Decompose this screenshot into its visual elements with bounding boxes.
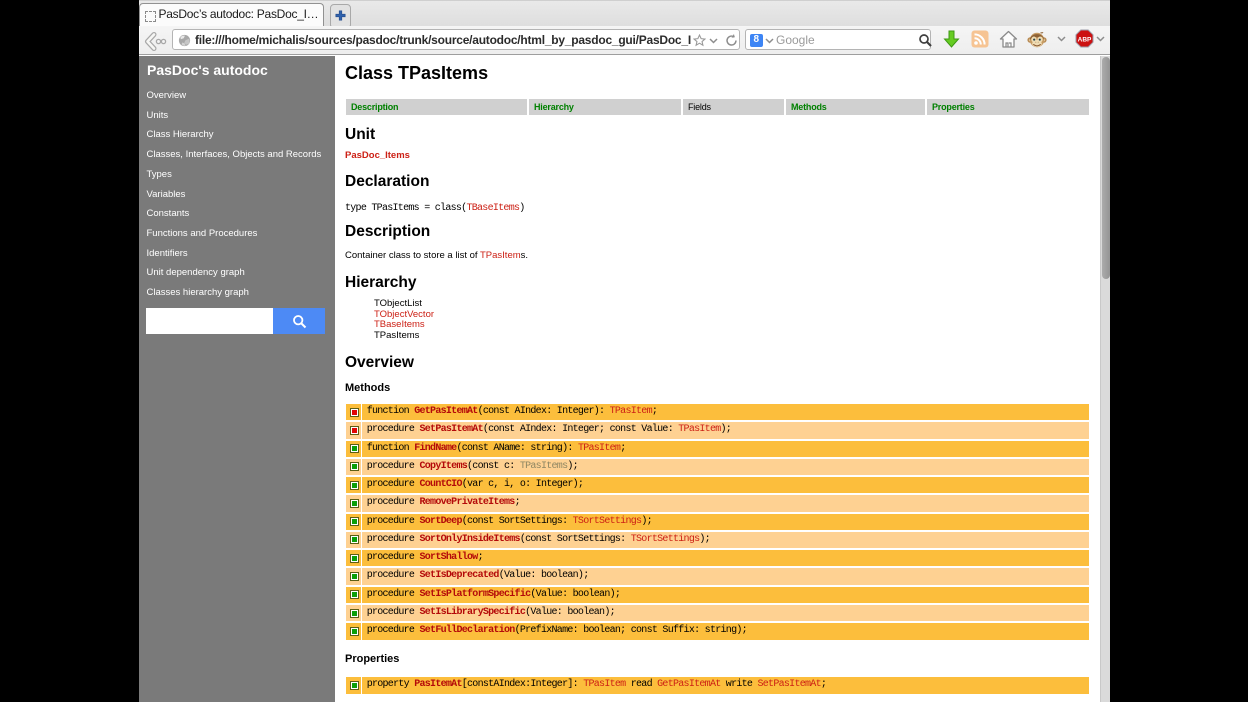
svg-text:ABP: ABP (1078, 37, 1092, 44)
